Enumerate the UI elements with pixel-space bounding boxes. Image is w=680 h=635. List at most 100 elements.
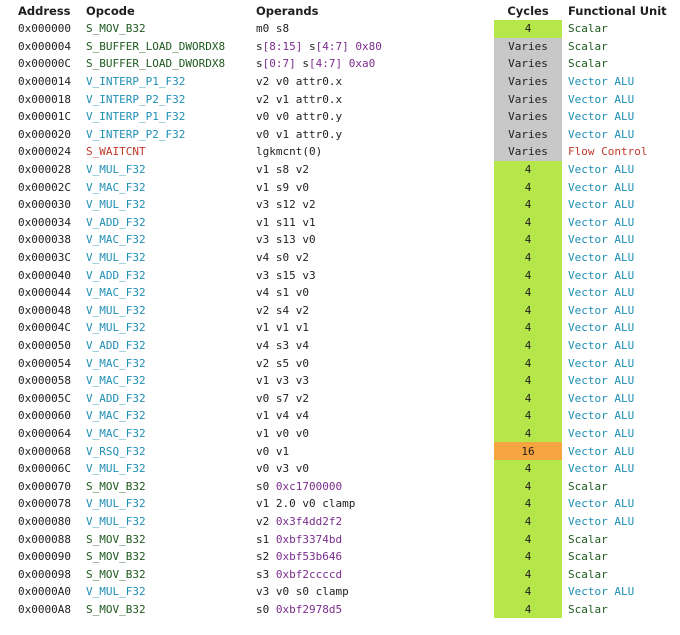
instruction-row[interactable]: 0x000068 V_RSQ_F32 v0 v1 16 Vector ALU	[0, 442, 680, 460]
column-header-operands[interactable]: Operands	[256, 2, 494, 20]
address-cell: 0x000020	[18, 127, 71, 141]
instruction-row[interactable]: 0x00006C V_MUL_F32 v0 v3 v0 4 Vector ALU	[0, 459, 680, 478]
instruction-row[interactable]: 0x00003C V_MUL_F32 v4 s0 v2 4 Vector ALU	[0, 248, 680, 267]
address-cell: 0x000030	[18, 198, 71, 212]
instruction-row[interactable]: 0x000030 V_MUL_F32 v3 s12 v2 4 Vector ALU	[0, 195, 680, 214]
immediate-value: 0x80	[355, 39, 382, 53]
operands-cell: v2 0x3f4dd2f2	[256, 513, 494, 531]
functional-unit-cell: Scalar	[568, 57, 608, 71]
cycles-cell: 4	[494, 231, 562, 249]
instruction-row[interactable]: 0x000040 V_ADD_F32 v3 s15 v3 4 Vector ALU	[0, 266, 680, 284]
cycles-cell: Varies	[494, 90, 562, 108]
address-cell: 0x000028	[18, 163, 71, 177]
instruction-row[interactable]: 0x000000 S_MOV_B32 m0 s8 4 Scalar	[0, 20, 680, 38]
opcode-cell: V_INTERP_P2_F32	[86, 92, 186, 106]
functional-unit-cell: Vector ALU	[568, 321, 635, 335]
address-cell: 0x000060	[18, 409, 71, 423]
cycles-cell: 4	[494, 248, 562, 267]
address-cell: 0x000064	[18, 426, 71, 440]
operand-text: v1 s11 v1	[256, 215, 316, 229]
instruction-row[interactable]: 0x00001C V_INTERP_P1_F32 v0 v0 attr0.y Vari…	[0, 107, 680, 126]
instruction-row[interactable]: 0x0000A0 V_MUL_F32 v3 v0 s0 clamp 4 Vector A…	[0, 583, 680, 601]
opcode-cell: V_ADD_F32	[86, 338, 146, 352]
cycles-cell: 4	[494, 178, 562, 196]
instruction-row[interactable]: 0x000018 V_INTERP_P2_F32 v2 v1 attr0.x Vari…	[0, 90, 680, 108]
functional-unit-cell: Vector ALU	[568, 303, 635, 317]
functional-unit-cell: Vector ALU	[568, 110, 635, 124]
instruction-row[interactable]: 0x000038 V_MAC_F32 v3 s13 v0 4 Vector ALU	[0, 231, 680, 249]
address-cell: 0x000024	[18, 145, 71, 159]
operand-text	[342, 57, 349, 70]
functional-unit-cell: Scalar	[568, 567, 608, 581]
instruction-row[interactable]: 0x00000C S_BUFFER_LOAD_DWORDX8 s[0:7] s[4:…	[0, 55, 680, 73]
address-cell: 0x000080	[18, 514, 71, 528]
operand-text: v4 s0 v2	[256, 251, 309, 265]
opcode-cell: V_MAC_F32	[86, 233, 146, 247]
instruction-row[interactable]: 0x000078 V_MUL_F32 v1 2.0 v0 clamp 4 Vector …	[0, 495, 680, 513]
instruction-row[interactable]: 0x000070 S_MOV_B32 s0 0xc1700000 4 Scalar	[0, 477, 680, 496]
instruction-row[interactable]: 0x00002C V_MAC_F32 v1 s9 v0 4 Vector ALU	[0, 178, 680, 196]
immediate-value: 0xc1700000	[275, 479, 343, 493]
instruction-row[interactable]: 0x000090 S_MOV_B32 s2 0xbf53b646 4 Scalar	[0, 547, 680, 566]
instruction-row[interactable]: 0x00004C V_MUL_F32 v1 v1 v1 4 Vector ALU	[0, 319, 680, 337]
address-cell: 0x000044	[18, 286, 71, 300]
operands-cell: v1 v4 v4	[256, 407, 494, 425]
opcode-cell: V_MUL_F32	[86, 198, 146, 212]
opcode-cell: V_MUL_F32	[86, 514, 146, 528]
instruction-row[interactable]: 0x000060 V_MAC_F32 v1 v4 v4 4 Vector ALU	[0, 407, 680, 425]
functional-unit-cell: Vector ALU	[568, 338, 635, 352]
cycles-cell: 4	[494, 389, 562, 408]
opcode-cell: V_MUL_F32	[86, 321, 146, 335]
instruction-row[interactable]: 0x000088 S_MOV_B32 s1 0xbf3374bd 4 Scalar	[0, 530, 680, 548]
instruction-row[interactable]: 0x000048 V_MUL_F32 v2 s4 v2 4 Vector ALU	[0, 301, 680, 320]
operand-text: v0 v1	[256, 444, 290, 458]
operand-text: v4 s1 v0	[256, 286, 309, 300]
instruction-row[interactable]: 0x000028 V_MUL_F32 v1 s8 v2 4 Vector ALU	[0, 160, 680, 179]
functional-unit-cell: Scalar	[568, 532, 608, 546]
address-cell: 0x000090	[18, 550, 71, 564]
address-cell: 0x000000	[18, 22, 71, 36]
opcode-cell: V_MUL_F32	[86, 303, 146, 317]
instruction-row[interactable]: 0x000098 S_MOV_B32 s3 0xbf2ccccd 4 Scalar	[0, 565, 680, 583]
instruction-row[interactable]: 0x000064 V_MAC_F32 v1 v0 v0 4 Vector ALU	[0, 424, 680, 443]
operands-cell: s[8:15] s[4:7] 0x80	[256, 38, 494, 56]
operands-cell: v3 v0 s0 clamp	[256, 583, 494, 601]
operands-cell: v1 v1 v1	[256, 319, 494, 337]
operand-text: v1 v0 v0	[256, 426, 309, 440]
instruction-row[interactable]: 0x000080 V_MUL_F32 v2 0x3f4dd2f2 4 Vector AL…	[0, 512, 680, 531]
instruction-row[interactable]: 0x000054 V_MAC_F32 v2 s5 v0 4 Vector ALU	[0, 354, 680, 372]
operand-text: v4 s3 v4	[256, 338, 309, 352]
column-header-functional-unit[interactable]: Functional Unit	[562, 2, 680, 20]
instruction-row[interactable]: 0x000034 V_ADD_F32 v1 s11 v1 4 Vector ALU	[0, 213, 680, 232]
instruction-row[interactable]: 0x000044 V_MAC_F32 v4 s1 v0 4 Vector ALU	[0, 283, 680, 302]
address-cell: 0x00000C	[18, 57, 71, 71]
instruction-row[interactable]: 0x000014 V_INTERP_P1_F32 v2 v0 attr0.x Vari…	[0, 72, 680, 91]
address-cell: 0x000088	[18, 532, 71, 546]
operand-text: v2 v1 attr0.x	[256, 92, 343, 106]
instruction-row[interactable]: 0x000024 S_WAITCNT lgkmcnt(0) Varies Flow Co…	[0, 143, 680, 161]
immediate-value: [4:7]	[315, 39, 349, 53]
cycles-cell: 4	[494, 283, 562, 302]
opcode-cell: V_MAC_F32	[86, 356, 146, 370]
instruction-row[interactable]: 0x000050 V_ADD_F32 v4 s3 v4 4 Vector ALU	[0, 336, 680, 355]
operand-text: v0 v3 v0	[256, 462, 309, 476]
opcode-cell: V_MAC_F32	[86, 286, 146, 300]
instruction-row[interactable]: 0x00005C V_ADD_F32 v0 s7 v2 4 Vector ALU	[0, 389, 680, 408]
operand-text: s0	[256, 479, 276, 493]
functional-unit-cell: Vector ALU	[568, 268, 635, 282]
instruction-row[interactable]: 0x000058 V_MAC_F32 v1 v3 v3 4 Vector ALU	[0, 371, 680, 390]
cycles-cell: Varies	[494, 72, 562, 91]
operand-text: v0 v1 attr0.y	[256, 127, 343, 141]
instruction-row[interactable]: 0x0000A8 S_MOV_B32 s0 0xbf2978d5 4 Scalar	[0, 600, 680, 619]
address-cell: 0x0000A8	[18, 602, 71, 616]
column-header-cycles[interactable]: Cycles	[494, 2, 562, 20]
column-header-address[interactable]: Address	[0, 2, 86, 20]
instruction-row[interactable]: 0x000004 S_BUFFER_LOAD_DWORDX8 s[8:15] s[4…	[0, 37, 680, 56]
address-cell: 0x00003C	[18, 251, 71, 265]
column-header-opcode[interactable]: Opcode	[86, 2, 256, 20]
instruction-row[interactable]: 0x000020 V_INTERP_P2_F32 v0 v1 attr0.y Vari…	[0, 125, 680, 144]
cycles-cell: 4	[494, 160, 562, 179]
functional-unit-cell: Vector ALU	[568, 251, 635, 265]
cycles-cell: 4	[494, 477, 562, 496]
opcode-cell: S_WAITCNT	[86, 145, 146, 159]
